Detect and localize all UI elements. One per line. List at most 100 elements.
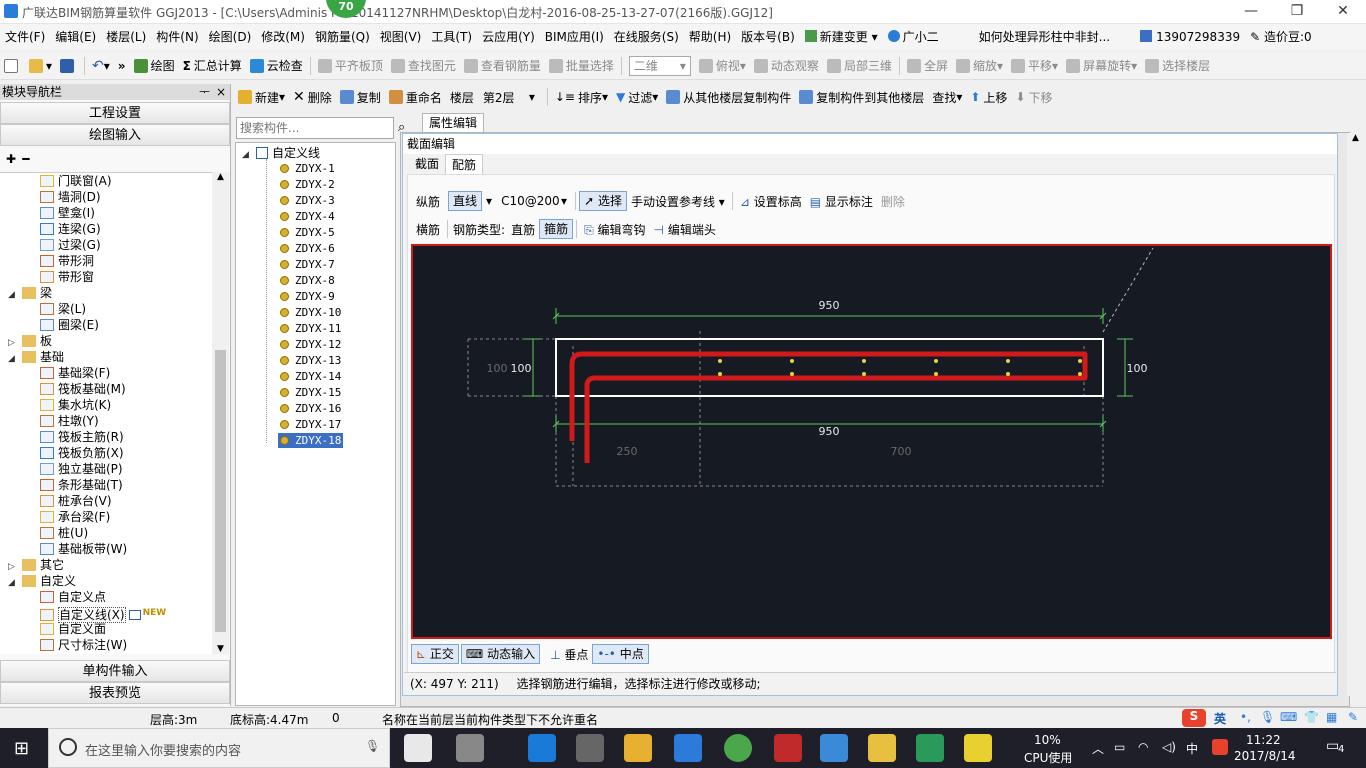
new-component-button[interactable]: 新建 ▾ (234, 83, 289, 111)
property-edit-tab[interactable]: 属性编辑 (422, 113, 484, 133)
ortho-button[interactable]: ⊾ 正交 (411, 644, 459, 664)
rebar-point[interactable] (718, 359, 722, 363)
align-slab-top-button[interactable]: 平齐板顶 (314, 52, 387, 80)
component-item[interactable]: ZDYX-10 (280, 305, 341, 320)
tree-item[interactable]: 自定义面 (40, 621, 106, 637)
straight-rebar-button[interactable]: 直筋 (507, 221, 539, 238)
tree-item[interactable]: 筏板主筋(R) (40, 429, 124, 445)
tree-item[interactable]: 圈梁(E) (40, 317, 99, 333)
menu-online[interactable]: 在线服务(S) (609, 24, 684, 50)
select-tool-button[interactable]: ➚ 选择 (579, 191, 627, 211)
dim-seg2-label[interactable]: 700 (891, 445, 912, 458)
scroll-down-icon[interactable]: ▼ (212, 644, 229, 654)
summary-calc-button[interactable]: Σ 汇总计算 (179, 52, 246, 80)
component-item[interactable]: ZDYX-15 (280, 385, 341, 400)
menu-file[interactable]: 文件(F) (0, 24, 50, 50)
scroll-up-icon[interactable]: ▲ (1347, 133, 1364, 143)
taskbar-glodon2-icon[interactable] (774, 734, 802, 762)
tree-item[interactable]: 集水坑(K) (40, 397, 111, 413)
delete-rebar-button[interactable]: 删除 (877, 193, 909, 210)
component-item[interactable]: ZDYX-5 (280, 225, 335, 240)
collapse-all-icon[interactable]: ━ (22, 152, 29, 166)
menu-modify[interactable]: 修改(M) (256, 24, 310, 50)
perpendicular-snap-button[interactable]: ⊥ 垂点 (546, 646, 592, 663)
tree-item[interactable]: 门联窗(A) (40, 173, 112, 189)
menu-rebar[interactable]: 钢筋量(Q) (310, 24, 375, 50)
tab-rebar[interactable]: 配筋 (445, 154, 484, 174)
taskbar-search[interactable]: 在这里输入你要搜索的内容 🎙 (48, 728, 390, 768)
toolbar-more[interactable]: » (114, 52, 130, 80)
minimize-button[interactable]: — (1228, 0, 1274, 24)
tree-item[interactable]: ◢ 自定义 (8, 573, 76, 589)
menu-draw[interactable]: 绘图(D) (204, 24, 257, 50)
rebar-point[interactable] (790, 372, 794, 376)
component-item[interactable]: ZDYX-3 (280, 193, 335, 208)
taskbar-active-app-icon[interactable] (820, 734, 848, 762)
tree-item[interactable]: 壁龛(I) (40, 205, 95, 221)
pin-icon[interactable]: ᅮ (199, 84, 210, 100)
shirt-icon[interactable]: 👕 (1304, 710, 1319, 724)
rebar-point[interactable] (934, 359, 938, 363)
component-item[interactable]: ZDYX-2 (280, 177, 335, 192)
component-item[interactable]: ZDYX-13 (280, 353, 341, 368)
rename-button[interactable]: 重命名 (385, 83, 446, 111)
ime-english-toggle[interactable]: 英 (1214, 710, 1226, 727)
chevron-down-icon[interactable]: ▾ (486, 194, 492, 208)
menu-bim[interactable]: BIM应用(I) (540, 24, 609, 50)
menu-help[interactable]: 帮助(H) (684, 24, 736, 50)
tree-item[interactable]: 带形窗 (40, 269, 94, 285)
component-item[interactable]: ZDYX-1 (280, 161, 335, 176)
component-item[interactable]: ZDYX-4 (280, 209, 335, 224)
tree-item[interactable]: 梁(L) (40, 301, 86, 317)
tree-item[interactable]: 连梁(G) (40, 221, 101, 237)
component-item[interactable]: ZDYX-11 (280, 321, 341, 336)
copy-from-floor-button[interactable]: 从其他楼层复制构件 (662, 83, 795, 111)
rebar-point[interactable] (1078, 372, 1082, 376)
section-drawing[interactable]: 950 950 100 100 100 250 700 (413, 246, 1330, 637)
find-element-button[interactable]: 查找图元 (387, 52, 460, 80)
help-question-link[interactable]: 如何处理异形柱中非封... (974, 24, 1115, 50)
keyboard-icon[interactable]: ⌨ (1280, 710, 1297, 724)
tree-item[interactable]: 过梁(G) (40, 237, 101, 253)
view-rebar-button[interactable]: 查看钢筋量 (460, 52, 545, 80)
move-down-button[interactable]: ⬇ 下移 (1011, 83, 1056, 111)
tree-item[interactable]: 承台梁(F) (40, 509, 110, 525)
tree-item[interactable]: 基础板带(W) (40, 541, 127, 557)
collapse-icon[interactable]: ◢ (8, 287, 18, 303)
dim-left-label[interactable]: 100 (511, 362, 532, 375)
stirrup-rebar[interactable] (569, 351, 1088, 463)
property-scrollbar[interactable]: ▲ (1347, 133, 1364, 696)
clock-date[interactable]: 2017/8/14 (1234, 749, 1296, 763)
manual-ref-line-button[interactable]: 手动设置参考线 ▾ (627, 193, 729, 210)
tree-item[interactable]: 桩承台(V) (40, 493, 112, 509)
component-item[interactable]: ZDYX-18 (278, 433, 344, 448)
taskbar-help-icon[interactable] (964, 734, 992, 762)
cloud-check-button[interactable]: 云检查 (246, 52, 307, 80)
filter-button[interactable]: ▼ 过滤 ▾ (612, 83, 662, 111)
rebar-point[interactable] (1006, 372, 1010, 376)
taskbar-360-icon[interactable] (724, 734, 752, 762)
rebar-point[interactable] (1078, 359, 1082, 363)
tree-item[interactable]: ◢ 梁 (8, 285, 52, 301)
project-settings-button[interactable]: 工程设置 (0, 102, 230, 124)
tray-chevron-icon[interactable]: ︿ (1092, 740, 1104, 757)
show-label-button[interactable]: ▤ 显示标注 (806, 193, 877, 210)
rebar-point[interactable] (934, 372, 938, 376)
rotate-button[interactable]: 屏幕旋转 ▾ (1062, 52, 1141, 80)
rebar-point[interactable] (718, 372, 722, 376)
tree-item[interactable]: 基础梁(F) (40, 365, 110, 381)
tree-item[interactable]: 柱墩(Y) (40, 413, 99, 429)
tree-item[interactable]: 尺寸标注(W) (40, 637, 127, 653)
view-mode-select[interactable]: 二维 ▾ (628, 55, 691, 76)
dim-seg1-label[interactable]: 250 (617, 445, 638, 458)
tree-item[interactable]: 自定义线(X) NEW (40, 605, 166, 623)
user-account[interactable]: 13907298339 (1135, 24, 1245, 50)
pan-button[interactable]: 平移 ▾ (1007, 52, 1062, 80)
line-mode-button[interactable]: 直线 (448, 191, 483, 211)
component-item[interactable]: ZDYX-6 (280, 241, 335, 256)
drawing-canvas[interactable]: 950 950 100 100 100 250 700 (411, 244, 1332, 639)
tree-item[interactable]: 带形洞 (40, 253, 94, 269)
tray-ime-indicator[interactable]: 中 (1186, 740, 1198, 757)
taskbar-notes-icon[interactable] (868, 734, 896, 762)
select-floor-button[interactable]: 选择楼层 (1141, 52, 1214, 80)
